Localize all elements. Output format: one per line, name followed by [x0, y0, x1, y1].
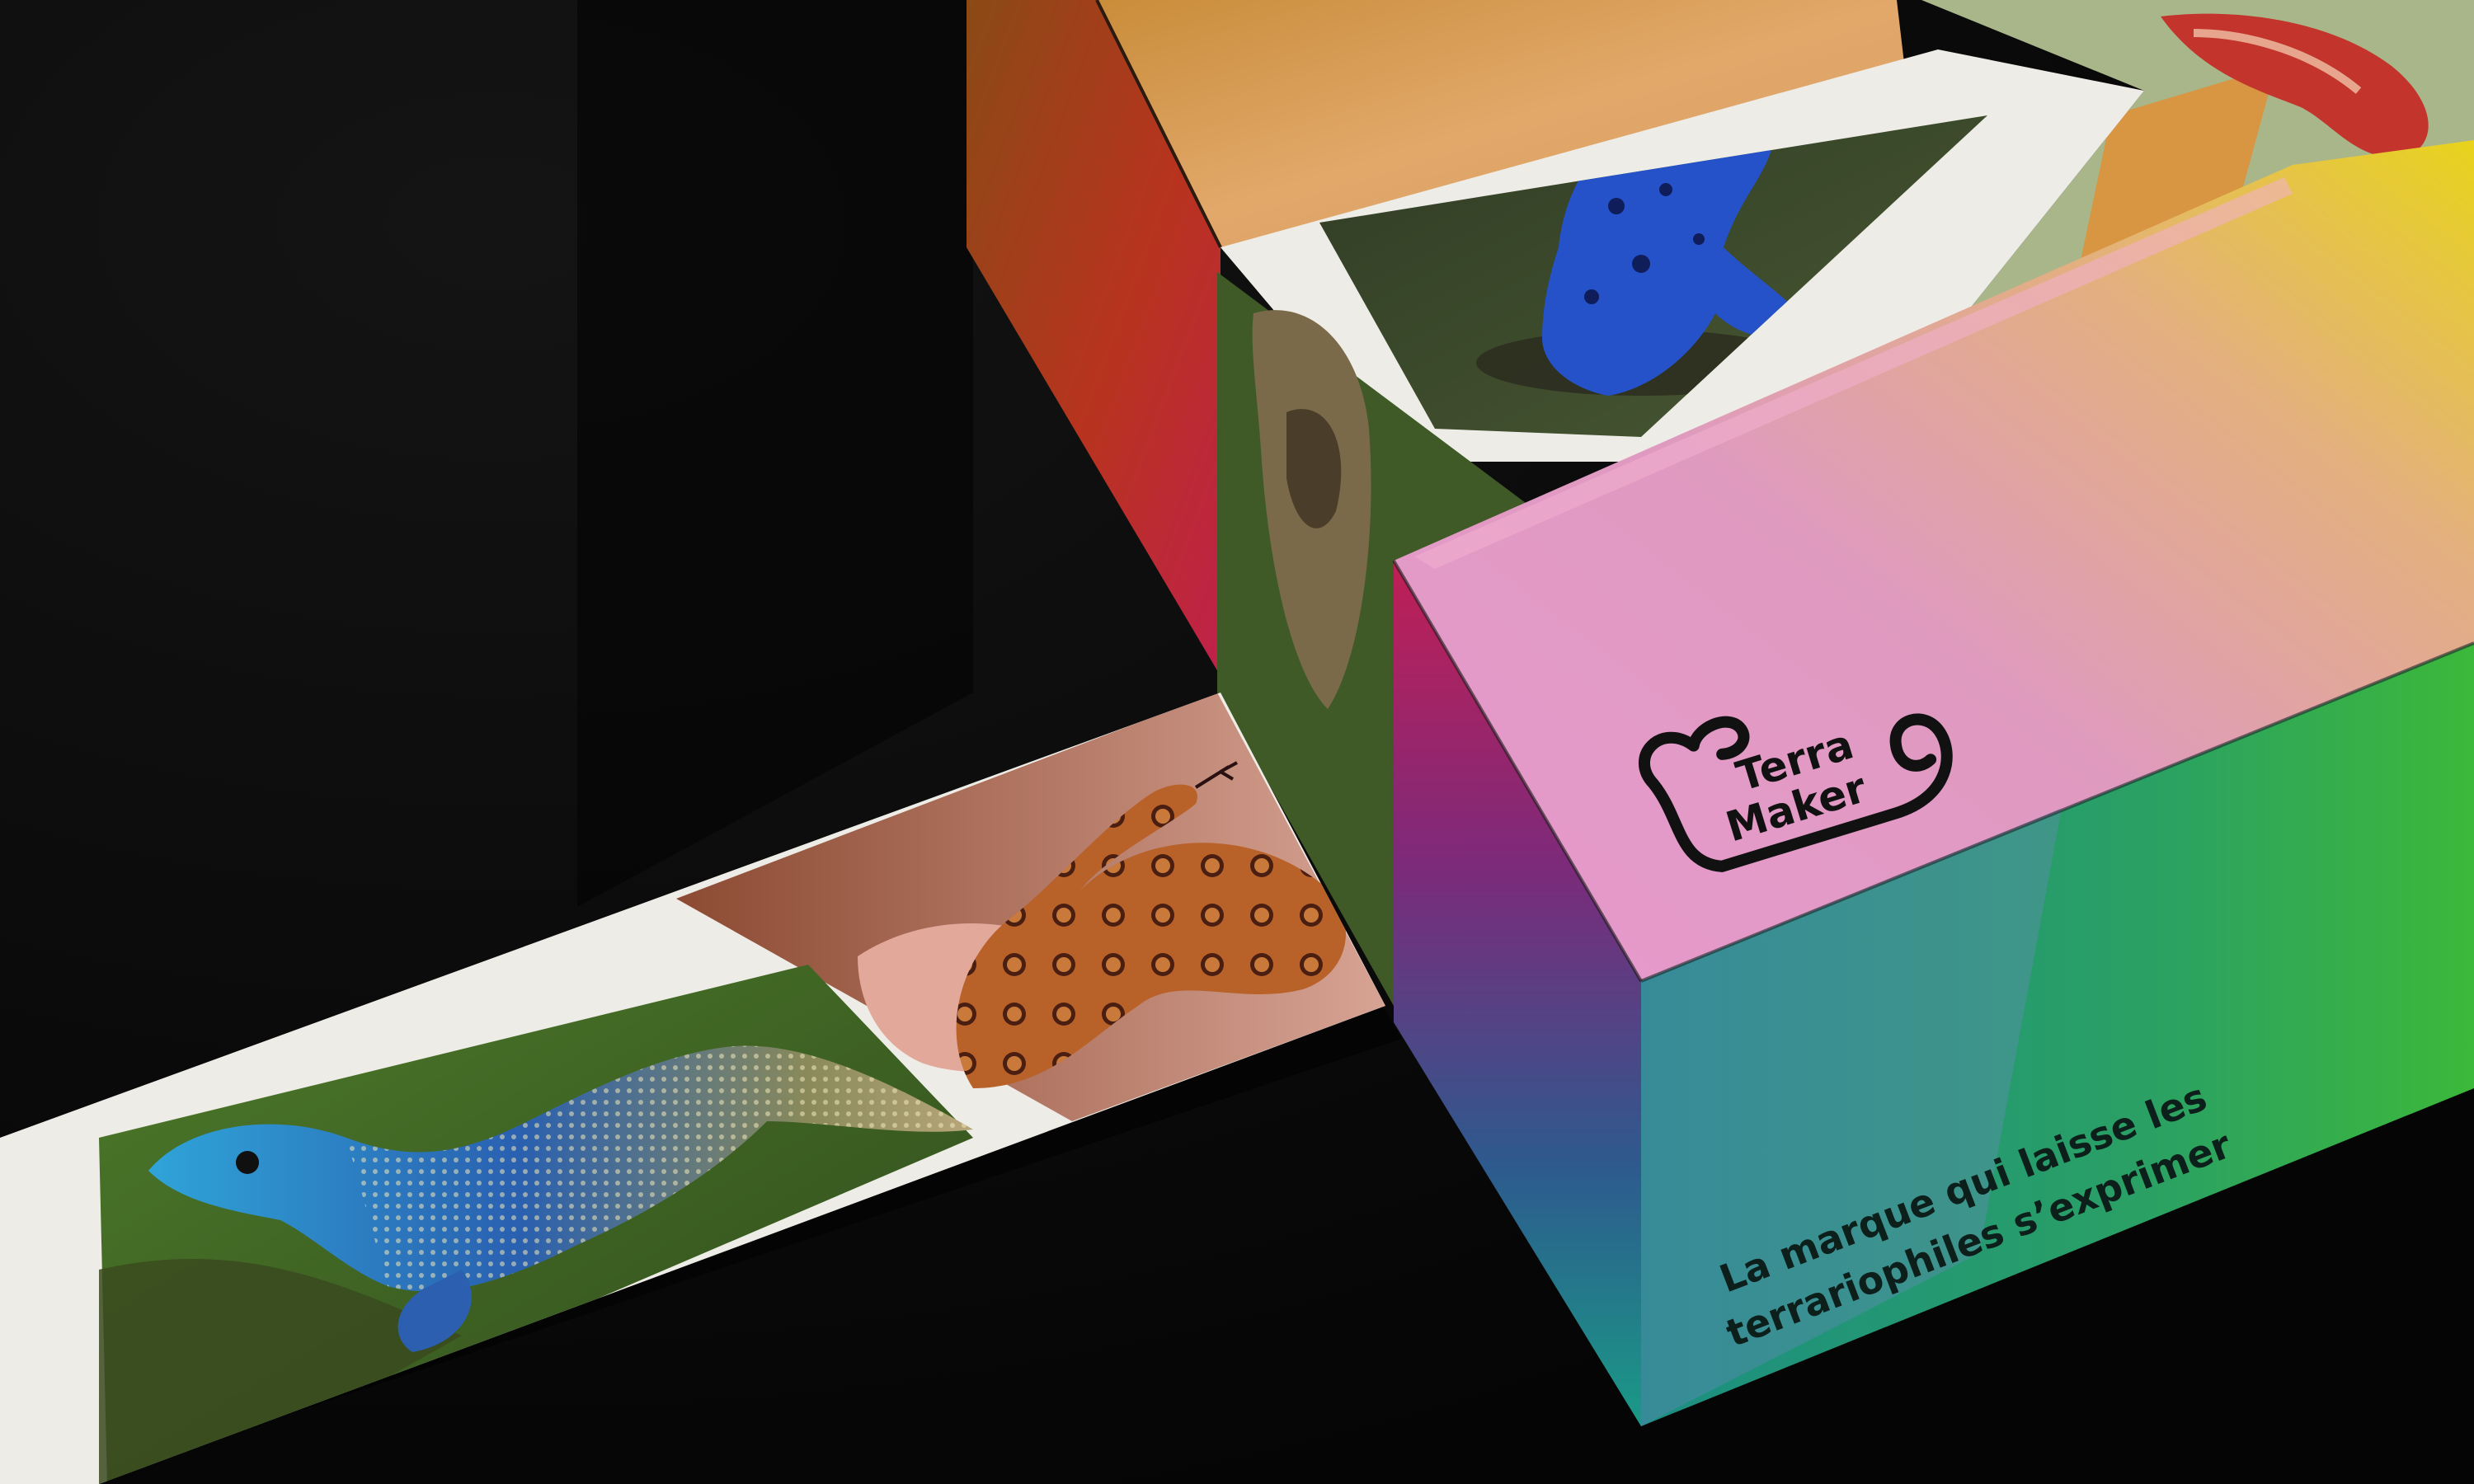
box-mockup-scene: Terra Maker — [0, 0, 2474, 1484]
lizard-eye — [236, 1151, 259, 1174]
